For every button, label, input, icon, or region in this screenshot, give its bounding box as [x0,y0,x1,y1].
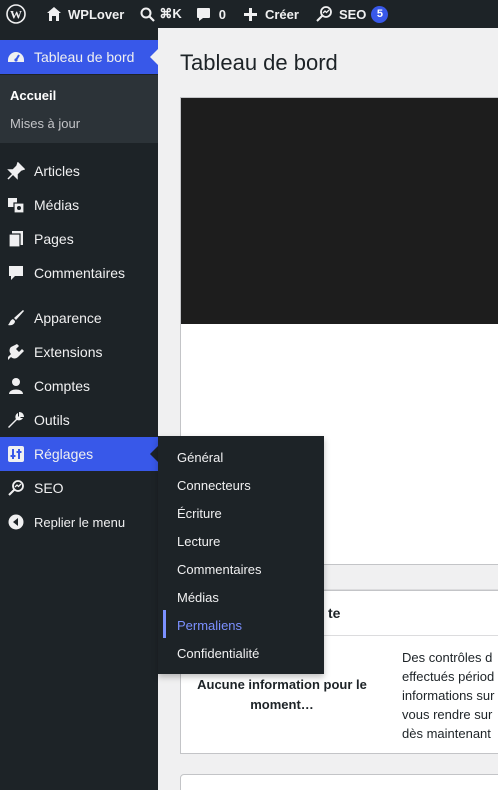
flyout-pointer [150,446,158,462]
sidebar-item-comptes[interactable]: Comptes [0,369,158,403]
sidebar-item-pages[interactable]: Pages [0,222,158,256]
settings-icon [6,444,26,464]
current-menu-arrow [150,49,158,65]
sidebar-item-seo[interactable]: SEO [0,471,158,505]
sidebar-item-reglages[interactable]: Réglages [0,437,158,471]
main-content: Tableau de bord te Aucune information po… [158,28,498,790]
site-health-description-line: Des contrôles d [402,650,493,665]
plugin-icon [6,342,26,362]
site-health-description-line: dès maintenant [402,726,491,741]
flyout-item-lecture[interactable]: Lecture [177,534,220,549]
flyout-item-confidentialite[interactable]: Confidentialité [177,646,259,661]
settings-flyout-menu: Général Connecteurs Écriture Lecture Com… [158,436,324,674]
wordpress-logo-button[interactable]: W [0,0,32,28]
sidebar-item-label: Pages [34,231,74,247]
submenu-item-accueil[interactable]: Accueil [10,88,56,103]
welcome-panel-header [181,98,498,324]
seo-label: SEO [338,6,367,22]
site-health-empty-line: Aucune information pour le [197,677,367,692]
collapse-menu-label: Replier le menu [34,514,126,530]
sidebar-item-label: SEO [34,480,64,496]
flyout-item-medias[interactable]: Médias [177,590,219,605]
sidebar-item-label: Réglages [34,446,94,462]
dashboard-icon [6,47,26,67]
seo-icon [6,478,26,498]
pages-icon [6,229,26,249]
create-label: Créer [264,6,299,22]
search-icon [140,7,156,22]
sidebar-item-label: Articles [34,163,80,179]
seo-badge: 5 [371,5,389,23]
wrench-icon [6,410,26,430]
sidebar-item-label: Outils [34,412,70,428]
flyout-item-connecteurs[interactable]: Connecteurs [177,478,251,493]
page-title: Tableau de bord [180,50,338,75]
sidebar-item-outils[interactable]: Outils [0,403,158,437]
dashboard-widget-next [180,774,498,790]
flyout-item-ecriture[interactable]: Écriture [177,506,222,521]
comment-icon [196,7,210,21]
media-icon [6,195,26,215]
seo-menu-button[interactable]: SEO 5 [305,0,394,28]
site-name: WPLover [68,6,125,22]
sidebar-item-label: Apparence [34,310,102,326]
site-health-description-line: vous rendre sur [402,707,493,722]
site-health-empty-line: moment… [250,697,314,712]
user-icon [6,376,26,396]
collapse-icon [6,512,26,532]
comments-link[interactable]: 0 [188,0,232,28]
sidebar-item-extensions[interactable]: Extensions [0,335,158,369]
site-name-link[interactable]: WPLover [32,0,130,28]
comment-icon [6,263,26,283]
flyout-item-commentaires[interactable]: Commentaires [177,562,262,577]
site-health-empty-message: Aucune information pour le moment… [191,675,373,715]
brush-icon [6,308,26,328]
sidebar-item-label: Commentaires [34,265,126,281]
flyout-item-permaliens[interactable]: Permaliens [177,618,242,633]
command-palette-button[interactable]: ⌘K [130,0,187,28]
seo-icon [316,6,332,22]
site-health-description-line: effectués périod [402,669,495,684]
sidebar-item-label: Médias [34,197,80,213]
sidebar-item-label: Tableau de bord [34,49,135,65]
sidebar-item-dashboard[interactable]: Tableau de bord [0,40,158,74]
sidebar-item-label: Comptes [34,378,91,394]
dashboard-submenu: Accueil Mises à jour [0,75,158,143]
flyout-active-indicator [163,610,166,638]
comments-count: 0 [218,6,226,22]
plus-icon [243,7,257,21]
sidebar-item-apparence[interactable]: Apparence [0,301,158,335]
collapse-menu-button[interactable]: Replier le menu [0,505,158,539]
admin-bar: W WPLover ⌘K 0 Créer SEO 5 [0,0,498,28]
svg-text:W: W [10,8,22,22]
sidebar-item-articles[interactable]: Articles [0,154,158,188]
flyout-item-general[interactable]: Général [177,450,223,465]
sidebar-item-label: Extensions [34,344,103,360]
sidebar-item-medias[interactable]: Médias [0,188,158,222]
submenu-item-mises-a-jour[interactable]: Mises à jour [10,116,80,131]
pin-icon [6,161,26,181]
admin-sidebar: Tableau de bord Accueil Mises à jour Art… [0,28,158,790]
site-health-description-line: informations sur [402,688,495,703]
home-icon [47,7,61,21]
create-new-button[interactable]: Créer [232,0,305,28]
site-health-title: te [328,605,341,621]
sidebar-item-commentaires[interactable]: Commentaires [0,256,158,290]
wordpress-icon: W [6,4,26,24]
search-shortcut: ⌘K [159,6,182,21]
